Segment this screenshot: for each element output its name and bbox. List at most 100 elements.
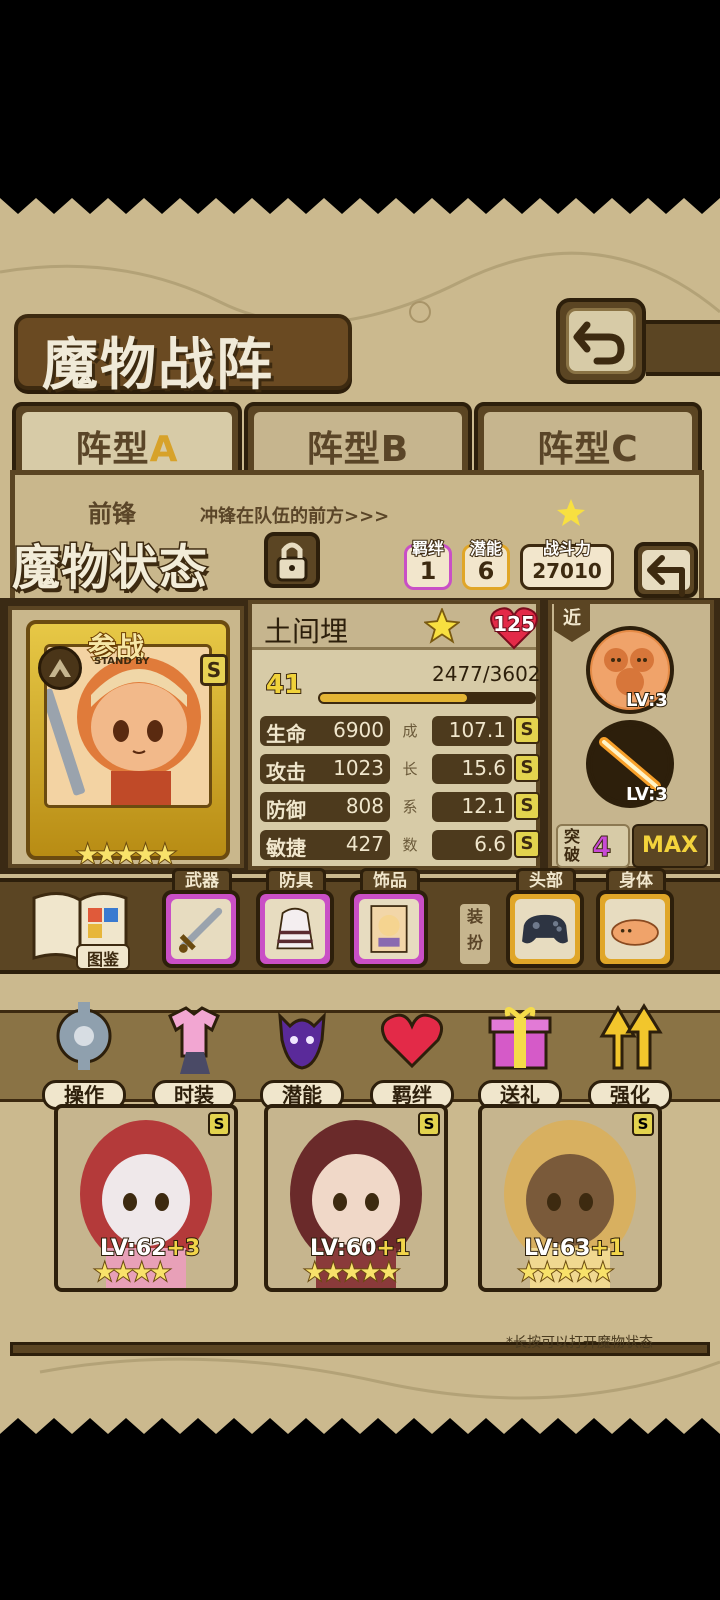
rarity-badge: S [418, 1112, 440, 1136]
name-bar: 土间埋 125 [252, 604, 538, 650]
encyclopedia-label: 图鉴 [76, 944, 130, 970]
stat-label: 防御 [266, 798, 306, 822]
stat-growth-box: 107.1 [432, 716, 512, 746]
mountain-class-icon [49, 659, 71, 677]
action-button-1[interactable]: 操作 [38, 996, 130, 1116]
action-button-4[interactable]: 羁绊 [366, 996, 458, 1116]
monster-name: 土间埋 [264, 615, 349, 648]
stat-label-box: 生命 6900 [260, 716, 390, 746]
tab-suffix: B [380, 429, 410, 470]
star-rating: ★★★★ [93, 1257, 172, 1287]
equipment-slot-5[interactable] [596, 890, 674, 968]
stat-grade-badge: S [514, 792, 540, 820]
breakthrough-value: 4 [591, 830, 612, 864]
skill-level: LV:3 [625, 689, 669, 712]
lock-icon [276, 542, 308, 582]
battle-power-label: 战斗力 [542, 538, 592, 559]
affection-badge: 125 [490, 606, 538, 650]
page-title-text: 魔物战阵 [42, 333, 274, 398]
potential-label: 潜能 [469, 538, 503, 559]
stat-grade-badge: S [514, 716, 540, 744]
tab-label: 阵型 [75, 429, 150, 470]
stat-value: 808 [345, 794, 384, 818]
team-monster-card[interactable]: S LV:60+1 ★★★★★ [264, 1104, 448, 1292]
max-button[interactable]: MAX [632, 824, 708, 868]
stat-row: 生命 6900 107.1 S [260, 716, 540, 746]
bond-value: 1 [419, 557, 437, 585]
long-press-hint: *长按可以打开魔物状态 [506, 1335, 653, 1351]
demon-icon [278, 1012, 326, 1070]
rarity-badge: S [208, 1112, 230, 1136]
page-title: 魔物战阵 [14, 314, 352, 398]
skill-level: LV:3 [625, 783, 669, 806]
skills-panel: 近 LV:3 LV:3 突破 4 MAX [548, 600, 714, 870]
bond-label: 羁绊 [411, 538, 445, 559]
back-button[interactable] [556, 298, 646, 384]
sparkle-star-icon [557, 499, 585, 526]
stat-row: 敏捷 427 6.6 S [260, 830, 540, 860]
stat-label: 生命 [266, 722, 306, 746]
breakthrough-label: 突破 [564, 827, 581, 864]
stat-label: 攻击 [266, 760, 306, 784]
range-tag: 近 [554, 604, 590, 642]
tab-formation-b[interactable]: 阵型B [244, 402, 472, 476]
front-label: 前锋 [88, 500, 136, 528]
affection-value: 125 [492, 611, 536, 637]
return-arrow-icon [573, 321, 625, 365]
return-arrow-icon [647, 555, 685, 597]
star-rating: ★★★★★ [303, 1257, 401, 1287]
game-screen: 魔物战阵 阵型A 阵型B 阵型C 前锋 冲锋在队伍的前方>>> 魔物状态 羁绊 … [0, 192, 720, 1440]
skill-slot-1[interactable]: LV:3 [586, 626, 674, 714]
action-button-6[interactable]: 强化 [584, 996, 676, 1116]
action-button-5[interactable]: 送礼 [474, 996, 566, 1116]
back-button-face [566, 308, 636, 374]
equipment-slot-2[interactable] [256, 890, 334, 968]
monster-status-panel: 参战 STAND BY S ★★★★★ 土间埋 125 41 2477/3602… [0, 598, 720, 874]
dress-armor-icon [276, 907, 314, 950]
equipment-slot-1[interactable] [162, 890, 240, 968]
front-description: 冲锋在队伍的前方>>> [200, 506, 390, 527]
stat-row: 防御 808 12.1 S [260, 792, 540, 822]
portrait-card-icon [370, 905, 408, 953]
arrows-up-icon [599, 1003, 663, 1070]
level-plus: +3 [165, 1235, 201, 1262]
tab-label: 阵型 [537, 429, 612, 470]
battle-power-value: 27010 [532, 559, 602, 583]
close-status-button[interactable] [634, 542, 698, 598]
action-button-3[interactable]: 潜能 [256, 996, 348, 1116]
stat-value: 1023 [333, 756, 384, 780]
battle-power-chip: 战斗力 27010 [520, 538, 614, 590]
hearts-icon [380, 1013, 444, 1069]
stat-value: 427 [345, 832, 384, 856]
stat-growth: 107.1 [448, 718, 506, 742]
action-button-2[interactable]: 时装 [148, 996, 240, 1116]
xp-bar [318, 692, 536, 704]
portrait-frame: 参战 STAND BY S ★★★★★ [8, 606, 244, 871]
lock-button[interactable] [264, 532, 320, 588]
stat-grade-badge: S [514, 754, 540, 782]
stat-grade-badge: S [514, 830, 540, 858]
gamepad-icon [522, 914, 568, 944]
stat-label-box: 防御 808 [260, 792, 390, 822]
tab-formation-c[interactable]: 阵型C [474, 402, 702, 476]
bottom-sawtooth-border [0, 1418, 720, 1440]
equipment-slot-3[interactable] [350, 890, 428, 968]
star-rating: ★★★★★ [517, 1257, 615, 1287]
tab-label: 阵型 [306, 429, 381, 470]
potential-value: 6 [477, 557, 495, 585]
stat-label-box: 攻击 1023 [260, 754, 390, 784]
rarity-badge: S [632, 1112, 654, 1136]
monster-card[interactable]: 参战 STAND BY S ★★★★★ [26, 620, 230, 871]
back-button-rail [646, 320, 720, 376]
team-monster-card[interactable]: S LV:62+3 ★★★★ [54, 1104, 238, 1292]
skill-slot-2[interactable]: LV:3 [586, 720, 674, 808]
tab-suffix: A [149, 429, 179, 470]
team-monster-card[interactable]: S LV:63+1 ★★★★★ [478, 1104, 662, 1292]
stat-value: 6900 [333, 718, 384, 742]
tab-formation-a[interactable]: 阵型A [12, 402, 242, 476]
stat-growth-box: 15.6 [432, 754, 512, 784]
equipment-slot-4[interactable] [506, 890, 584, 968]
stat-growth: 6.6 [474, 832, 506, 856]
stat-growth-box: 12.1 [432, 792, 512, 822]
stat-label-box: 敏捷 427 [260, 830, 390, 860]
